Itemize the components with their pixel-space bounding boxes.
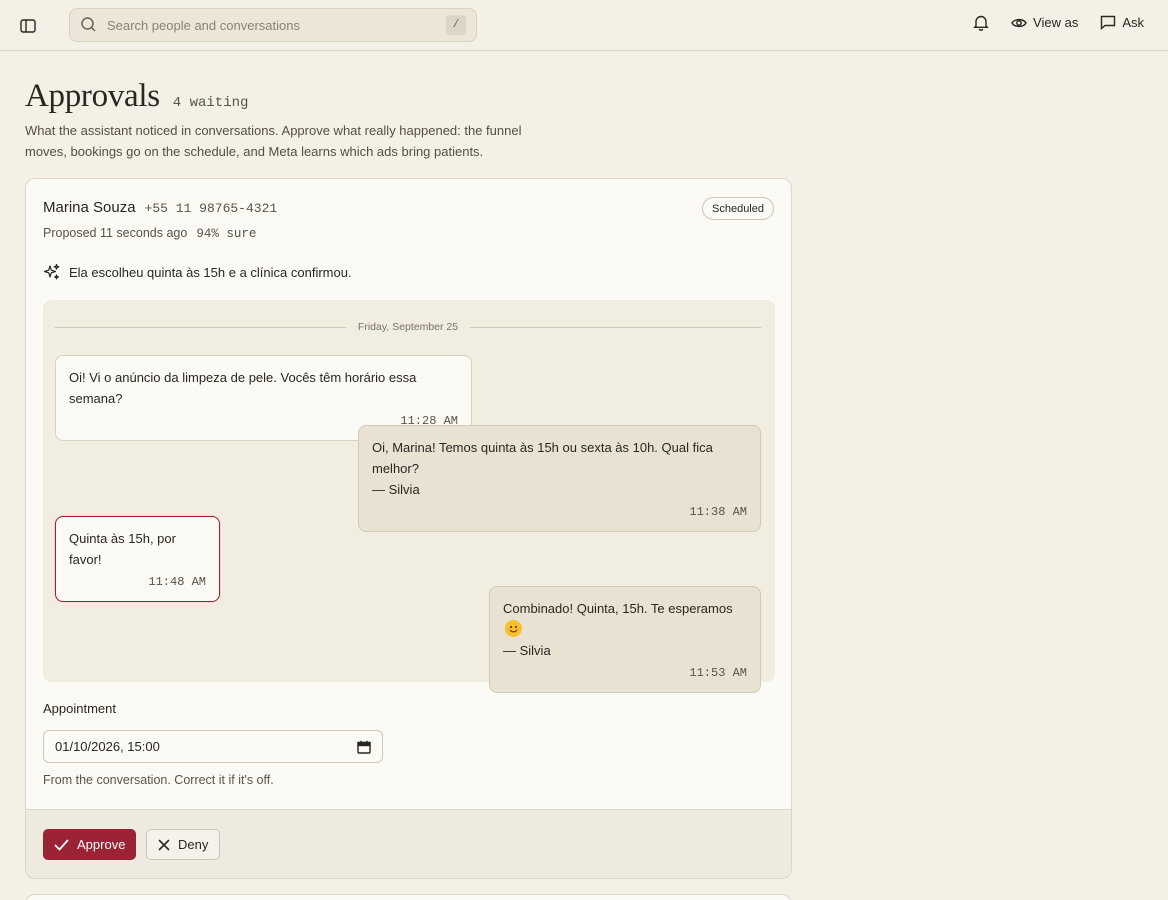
eye-icon bbox=[1011, 18, 1027, 27]
proposed-time: Proposed 11 seconds ago bbox=[43, 226, 188, 240]
calendar-icon[interactable] bbox=[357, 740, 371, 754]
deny-label: Deny bbox=[178, 837, 209, 852]
message-bubble-outgoing: Oi, Marina! Temos quinta às 15h ou sexta… bbox=[358, 425, 761, 532]
page-subtitle: What the assistant noticed in conversati… bbox=[25, 123, 522, 159]
search-shortcut-hint: / bbox=[446, 15, 466, 35]
top-bar: / View as Ask bbox=[0, 0, 1168, 51]
ask-label: Ask bbox=[1122, 15, 1144, 30]
approve-label: Approve bbox=[77, 837, 126, 852]
message-time: 11:48 AM bbox=[148, 575, 206, 589]
notifications-button[interactable] bbox=[973, 14, 989, 31]
deny-button[interactable]: Deny bbox=[146, 829, 221, 860]
search-icon bbox=[80, 16, 98, 34]
waiting-count: 4 waiting bbox=[172, 95, 249, 111]
bell-icon bbox=[973, 15, 989, 31]
sparkles-icon bbox=[43, 263, 60, 280]
smiling-face-icon bbox=[505, 620, 522, 637]
appointment-hint: From the conversation. Correct it if it'… bbox=[43, 773, 274, 787]
approve-button[interactable]: Approve bbox=[43, 829, 137, 860]
approval-card: Marina Souza +55 11 98765-4321 Scheduled… bbox=[25, 178, 792, 879]
message-text: Oi! Vi o anúncio da limpeza de pele. Voc… bbox=[69, 370, 417, 406]
date-label: Friday, September 25 bbox=[357, 321, 459, 333]
appointment-datetime-input[interactable]: 01/10/2026, 15:00 bbox=[43, 730, 383, 763]
contact-phone: +55 11 98765-4321 bbox=[144, 201, 278, 216]
view-as-button[interactable]: View as bbox=[1011, 15, 1078, 30]
search-input[interactable] bbox=[107, 17, 446, 33]
message-signature: — Silvia bbox=[372, 482, 420, 497]
message-time: 11:53 AM bbox=[689, 666, 747, 680]
message-bubble-highlighted: Quinta às 15h, por favor! 11:48 AM bbox=[55, 516, 220, 602]
chat-bubble-icon bbox=[1101, 15, 1116, 30]
message-bubble-outgoing: Combinado! Quinta, 15h. Te esperamos — S… bbox=[489, 586, 761, 693]
contact-name[interactable]: Marina Souza bbox=[43, 199, 136, 216]
close-icon bbox=[158, 839, 170, 850]
message-text: Quinta às 15h, por favor! bbox=[69, 531, 176, 567]
conversation-thread: Friday, September 25 Oi! Vi o anúncio da… bbox=[43, 300, 775, 693]
appointment-value: 01/10/2026, 15:00 bbox=[55, 739, 160, 754]
message-signature: — Silvia bbox=[503, 643, 551, 658]
date-divider: Friday, September 25 bbox=[55, 321, 761, 333]
sidebar-toggle-icon[interactable] bbox=[18, 16, 38, 36]
message-text: Combinado! Quinta, 15h. Te esperamos bbox=[503, 601, 733, 616]
status-badge: Scheduled bbox=[702, 197, 774, 220]
search-bar[interactable]: / bbox=[69, 8, 477, 42]
confidence-score: 94% sure bbox=[196, 227, 257, 241]
ai-summary: Ela escolheu quinta às 15h e a clínica c… bbox=[69, 264, 352, 280]
next-approval-card bbox=[25, 894, 792, 900]
check-icon bbox=[54, 839, 69, 850]
ask-button[interactable]: Ask bbox=[1100, 15, 1144, 30]
card-actions: Approve Deny bbox=[26, 809, 791, 878]
message-time: 11:38 AM bbox=[689, 505, 747, 519]
view-as-label: View as bbox=[1033, 15, 1079, 30]
page-title: Approvals bbox=[25, 78, 160, 114]
appointment-label: Appointment bbox=[43, 701, 116, 716]
message-text: Oi, Marina! Temos quinta às 15h ou sexta… bbox=[372, 440, 713, 476]
